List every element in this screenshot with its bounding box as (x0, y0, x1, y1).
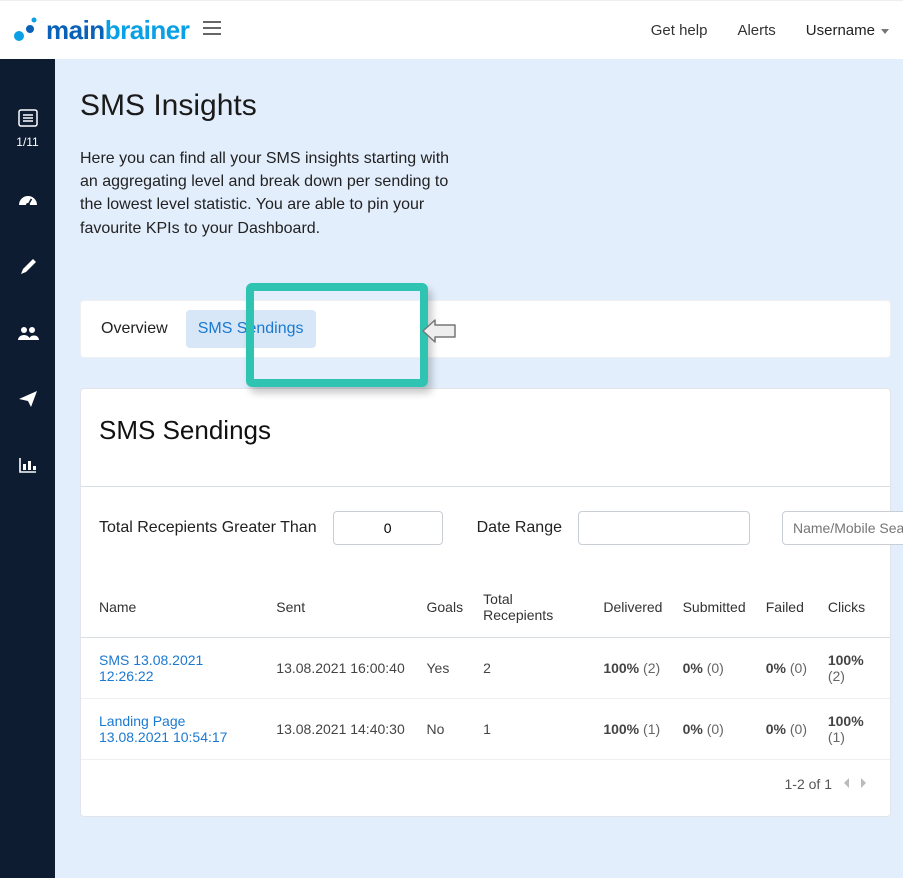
daterange-label: Date Range (477, 519, 562, 537)
col-total[interactable]: Total Recepients (473, 577, 593, 638)
col-failed[interactable]: Failed (756, 577, 818, 638)
sidebar-item-send[interactable] (16, 389, 40, 413)
card-title: SMS Sendings (81, 389, 890, 487)
pager-next[interactable] (860, 776, 868, 792)
table-row: Landing Page 13.08.2021 10:54:17 13.08.2… (81, 698, 890, 759)
paper-plane-icon (18, 389, 38, 414)
table-header-row: Name Sent Goals Total Recepients Deliver… (81, 577, 890, 638)
step-label: 1/11 (16, 135, 38, 149)
col-submitted[interactable]: Submitted (673, 577, 756, 638)
pencil-icon (18, 257, 38, 282)
bar-chart-icon (18, 456, 38, 479)
users-icon (17, 325, 39, 346)
pager-prev[interactable] (842, 776, 850, 792)
cell-submitted: 0% (0) (673, 698, 756, 759)
recipients-input[interactable] (333, 511, 443, 545)
top-nav: Get help Alerts Username (651, 1, 889, 59)
page-title: SMS Insights (80, 89, 903, 123)
cell-total: 2 (473, 637, 593, 698)
main-content: SMS Insights Here you can find all your … (55, 59, 903, 878)
sending-link[interactable]: SMS 13.08.2021 12:26:22 (99, 652, 203, 684)
list-icon (18, 109, 38, 132)
tutorial-arrow-icon (421, 319, 457, 348)
brand-text: mainbrainer (46, 15, 189, 46)
tab-overview[interactable]: Overview (95, 310, 174, 348)
cell-goals: Yes (417, 637, 474, 698)
tab-sms-sendings[interactable]: SMS Sendings (186, 310, 316, 348)
daterange-input[interactable] (578, 511, 750, 545)
brand-dots-icon (12, 16, 40, 44)
sending-link[interactable]: Landing Page 13.08.2021 10:54:17 (99, 713, 256, 745)
chevron-down-icon (881, 22, 889, 39)
left-sidebar: 1/11 (0, 59, 55, 878)
user-menu[interactable]: Username (806, 22, 889, 39)
sidebar-step-indicator[interactable]: 1/11 (16, 109, 38, 149)
sidebar-item-dashboard[interactable] (16, 191, 40, 215)
top-bar: mainbrainer Get help Alerts Username (0, 0, 903, 60)
col-goals[interactable]: Goals (417, 577, 474, 638)
sendings-table: Name Sent Goals Total Recepients Deliver… (81, 577, 890, 760)
cell-submitted: 0% (0) (673, 637, 756, 698)
page-description: Here you can find all your SMS insights … (80, 147, 460, 240)
menu-icon[interactable] (203, 21, 221, 40)
col-clicks[interactable]: Clicks (818, 577, 890, 638)
sidebar-item-compose[interactable] (16, 257, 40, 281)
filter-bar: Total Recepients Greater Than Date Range (81, 487, 890, 577)
sidebar-item-audience[interactable] (16, 323, 40, 347)
pager-label: 1-2 of 1 (785, 776, 832, 792)
cell-delivered: 100% (2) (593, 637, 672, 698)
cell-total: 1 (473, 698, 593, 759)
sidebar-item-insights[interactable] (16, 455, 40, 479)
cell-failed: 0% (0) (756, 637, 818, 698)
alerts-link[interactable]: Alerts (737, 22, 775, 39)
cell-goals: No (417, 698, 474, 759)
search-input[interactable] (782, 511, 903, 545)
cell-sent: 13.08.2021 16:00:40 (266, 637, 416, 698)
gauge-icon (17, 191, 39, 216)
col-name[interactable]: Name (81, 577, 266, 638)
cell-clicks: 100% (1) (818, 698, 890, 759)
cell-clicks: 100% (2) (818, 637, 890, 698)
recipients-label: Total Recepients Greater Than (99, 519, 317, 537)
sendings-card: SMS Sendings Total Recepients Greater Th… (80, 388, 891, 817)
get-help-link[interactable]: Get help (651, 22, 708, 39)
cell-delivered: 100% (1) (593, 698, 672, 759)
tabs-panel: Overview SMS Sendings (80, 300, 891, 358)
col-sent[interactable]: Sent (266, 577, 416, 638)
table-row: SMS 13.08.2021 12:26:22 13.08.2021 16:00… (81, 637, 890, 698)
cell-sent: 13.08.2021 14:40:30 (266, 698, 416, 759)
cell-failed: 0% (0) (756, 698, 818, 759)
pager: 1-2 of 1 (81, 760, 890, 796)
col-delivered[interactable]: Delivered (593, 577, 672, 638)
username-label: Username (806, 22, 875, 39)
brand-logo[interactable]: mainbrainer (12, 15, 189, 46)
